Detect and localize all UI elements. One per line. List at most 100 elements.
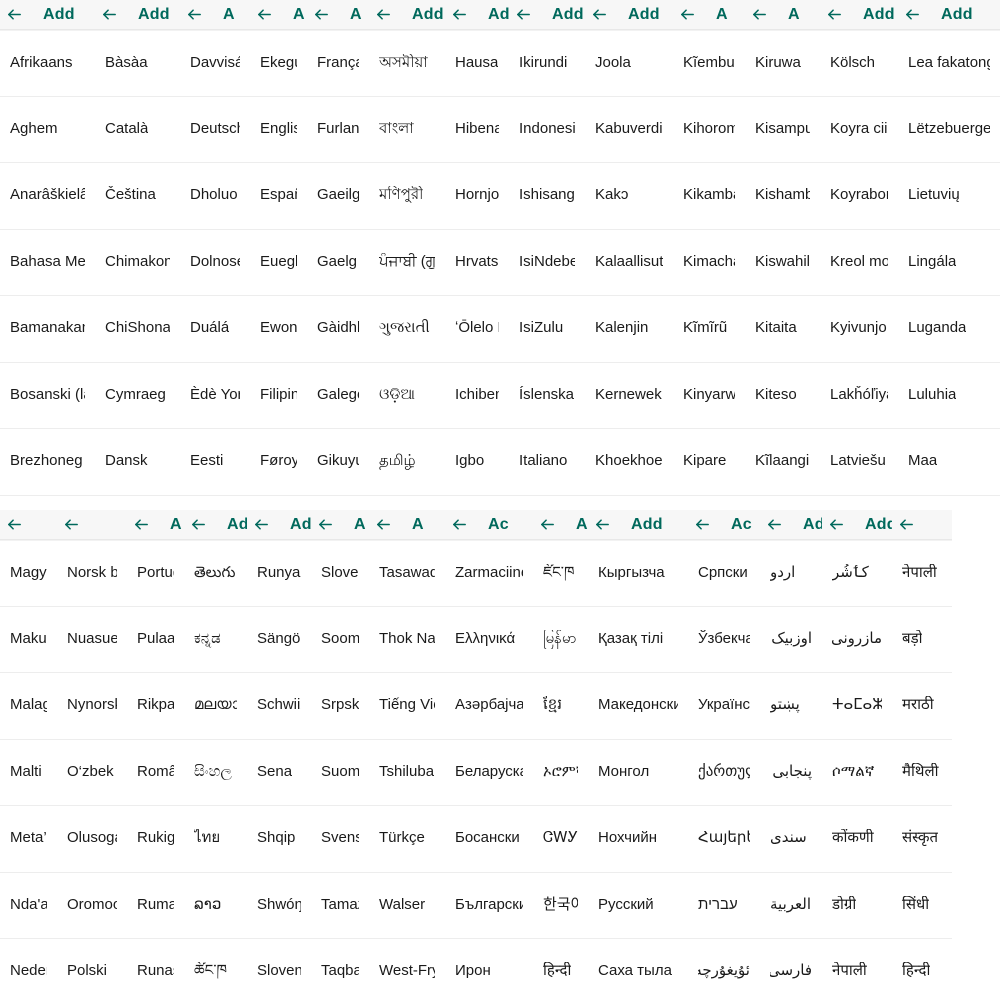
language-list-item[interactable]: Kyivunjo — [820, 296, 898, 363]
language-list-item[interactable]: Kĩmĩrũ — [673, 296, 745, 363]
language-list-item[interactable]: Olusoga — [57, 806, 127, 873]
language-list-item[interactable]: ქართული — [688, 739, 760, 806]
arrow-left-icon[interactable] — [515, 6, 532, 23]
language-list-item[interactable]: ཛོང་ཁ — [533, 540, 588, 607]
arrow-left-icon[interactable] — [317, 516, 334, 533]
language-list-item[interactable]: Беларуская — [445, 739, 533, 806]
arrow-left-icon[interactable] — [313, 6, 330, 23]
language-list-item[interactable]: IsiZulu — [509, 296, 585, 363]
language-list-item[interactable]: Igbo — [445, 429, 509, 496]
language-list-item[interactable]: ཚོང་ཁ — [184, 939, 247, 1000]
arrow-left-icon[interactable] — [591, 6, 608, 23]
language-list-item[interactable]: Tiếng Việt — [369, 673, 445, 740]
language-list-item[interactable]: Malti — [0, 739, 57, 806]
language-list-item[interactable]: ไทย — [184, 806, 247, 873]
language-list-item[interactable]: ਪੰਜਾਬੀ (ਗੁਰਮੁਖੀ) — [369, 229, 445, 296]
language-list-item[interactable]: Kölsch — [820, 30, 898, 97]
language-list-item[interactable]: Luganda — [898, 296, 1000, 363]
arrow-left-icon[interactable] — [828, 516, 845, 533]
language-list-item[interactable]: Lakȟóľiyapi — [820, 362, 898, 429]
language-list-item[interactable]: සිංහල — [184, 739, 247, 806]
language-list-item[interactable]: नेपाली — [822, 939, 892, 1000]
language-list-item[interactable]: Gàidhlig — [307, 296, 369, 363]
language-list-item[interactable]: Қазақ тілі — [588, 606, 688, 673]
language-list-item[interactable]: Zarmaciine — [445, 540, 533, 607]
arrow-left-icon[interactable] — [186, 6, 203, 23]
language-list-item[interactable]: ଓଡ଼ିଆ — [369, 362, 445, 429]
arrow-left-icon[interactable] — [694, 516, 711, 533]
language-list-item[interactable]: English — [250, 96, 307, 163]
language-list-item[interactable]: डोग्री — [822, 872, 892, 939]
language-list-item[interactable]: پښتو — [760, 673, 822, 740]
arrow-left-icon[interactable] — [679, 6, 696, 23]
language-list-item[interactable]: Türkçe — [369, 806, 445, 873]
arrow-left-icon[interactable] — [451, 516, 468, 533]
language-list-item[interactable]: Tshiluba — [369, 739, 445, 806]
language-list-item[interactable]: Duálá — [180, 296, 250, 363]
language-list-item[interactable]: Walser — [369, 872, 445, 939]
language-list-item[interactable]: Føroyskt — [250, 429, 307, 496]
language-list-item[interactable]: Italiano — [509, 429, 585, 496]
language-list-item[interactable]: Lingála — [898, 229, 1000, 296]
language-list-item[interactable]: Slovenščina — [311, 540, 369, 607]
language-list-item[interactable]: Makua — [0, 606, 57, 673]
language-list-item[interactable]: Ўзбекча (Кирил) — [688, 606, 760, 673]
language-list-item[interactable]: Thok Nath — [369, 606, 445, 673]
language-list-item[interactable]: Kiteso — [745, 362, 820, 429]
language-list-item[interactable]: Rikpa — [127, 673, 184, 740]
language-list-item[interactable]: Ishisangu — [509, 163, 585, 230]
language-list-item[interactable]: Kabuverdianu — [585, 96, 673, 163]
language-list-item[interactable]: Joola — [585, 30, 673, 97]
language-list-item[interactable]: ⵜⴰⵎⴰⵣⵉⵖⵜ — [822, 673, 892, 740]
language-list-item[interactable]: Ирон — [445, 939, 533, 1000]
language-list-item[interactable]: العربية — [760, 872, 822, 939]
language-list-item[interactable]: မြန်မာ — [533, 606, 588, 673]
language-list-item[interactable]: IsiNdebele — [509, 229, 585, 296]
language-list-item[interactable]: Српски (ћирилица) — [688, 540, 760, 607]
language-list-item[interactable]: Filipino — [250, 362, 307, 429]
language-list-item[interactable]: Català — [95, 96, 180, 163]
language-list-item[interactable]: Kisampur — [745, 96, 820, 163]
language-list-item[interactable]: Nederlands — [0, 939, 57, 1000]
language-list-item[interactable]: Taqbaylit — [311, 939, 369, 1000]
language-list-item[interactable]: Українська — [688, 673, 760, 740]
language-list-item[interactable]: বাংলা — [369, 96, 445, 163]
arrow-left-icon[interactable] — [256, 6, 273, 23]
language-list-item[interactable]: தமிழ் — [369, 429, 445, 496]
language-list-item[interactable]: Slovenčina — [247, 939, 311, 1000]
language-list-item[interactable]: মণিপুরী — [369, 163, 445, 230]
language-list-item[interactable]: Cymraeg — [95, 362, 180, 429]
language-list-item[interactable]: Hornjoserbšćina — [445, 163, 509, 230]
language-list-item[interactable]: कोंकणी — [822, 806, 892, 873]
language-list-item[interactable]: Kĩlaangi — [745, 429, 820, 496]
language-list-item[interactable]: Bamanakan — [0, 296, 95, 363]
language-list-item[interactable]: ʻŌlelo Hawaiʻi — [445, 296, 509, 363]
language-list-item[interactable]: Kakɔ — [585, 163, 673, 230]
language-list-item[interactable]: Galego — [307, 362, 369, 429]
language-list-item[interactable]: Norsk bokmål — [57, 540, 127, 607]
arrow-left-icon[interactable] — [63, 516, 80, 533]
language-list-item[interactable]: Khoekhoegowab — [585, 429, 673, 496]
language-list-item[interactable]: Furlan — [307, 96, 369, 163]
language-list-item[interactable]: Soomaali — [311, 606, 369, 673]
language-list-item[interactable]: Монгол — [588, 739, 688, 806]
language-list-item[interactable]: ગુજરાતી — [369, 296, 445, 363]
language-list-item[interactable]: Euegbe — [250, 229, 307, 296]
language-list-item[interactable]: Bosanski (latinica) — [0, 362, 95, 429]
language-list-item[interactable]: Кыргызча — [588, 540, 688, 607]
language-list-item[interactable]: ሶማልኛ — [822, 739, 892, 806]
language-list-item[interactable]: नेपाली — [892, 540, 952, 607]
language-list-item[interactable]: Suomi — [311, 739, 369, 806]
language-list-item[interactable]: Gaeilge — [307, 163, 369, 230]
language-list-item[interactable]: Português — [127, 540, 184, 607]
language-list-item[interactable]: Runasimi — [127, 939, 184, 1000]
language-list-item[interactable]: کٲشُر — [822, 540, 892, 607]
arrow-left-icon[interactable] — [101, 6, 118, 23]
language-list-item[interactable]: Oromoo — [57, 872, 127, 939]
arrow-left-icon[interactable] — [904, 6, 921, 23]
language-list-item[interactable]: Hrvatski — [445, 229, 509, 296]
language-list-item[interactable]: ಕನ್ನಡ — [184, 606, 247, 673]
language-list-item[interactable]: Kernewek — [585, 362, 673, 429]
arrow-left-icon[interactable] — [766, 516, 783, 533]
arrow-left-icon[interactable] — [375, 516, 392, 533]
